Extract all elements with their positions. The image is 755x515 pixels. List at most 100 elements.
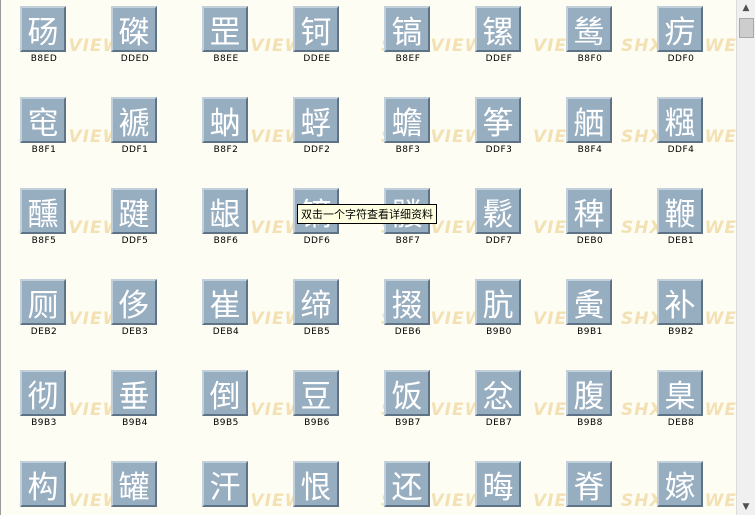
character-cell[interactable]: 舾 B8F4	[560, 97, 620, 167]
character-cell[interactable]: 还	[378, 461, 438, 515]
character-code-label: DDF5	[121, 236, 149, 246]
character-cell[interactable]: 镙 DDEF	[469, 6, 529, 76]
character-tile[interactable]: 褫	[111, 97, 157, 143]
character-tile[interactable]: 蚋	[202, 97, 248, 143]
character-tile[interactable]: 彻	[20, 370, 66, 416]
character-cell[interactable]: 臬 DEB8	[651, 370, 711, 440]
character-cell[interactable]: 龈 B8F6	[196, 188, 256, 258]
character-cell[interactable]: 晦	[469, 461, 529, 515]
character-cell[interactable]: 夤 B9B1	[560, 279, 620, 349]
character-cell[interactable]: 罡 B8EE	[196, 6, 256, 76]
character-tile[interactable]: 补	[657, 279, 703, 325]
character-tile[interactable]: 缔	[293, 279, 339, 325]
character-cell[interactable]: 侈 DEB3	[105, 279, 165, 349]
scroll-down-arrow-icon[interactable]: ▼	[737, 499, 755, 515]
character-tile[interactable]: 龈	[202, 188, 248, 234]
character-cell[interactable]: 磔 DDED	[105, 6, 165, 76]
character-cell[interactable]: 恨	[287, 461, 347, 515]
character-cell[interactable]: 嫁	[651, 461, 711, 515]
character-cell[interactable]: 彻 B9B3	[14, 370, 74, 440]
character-cell[interactable]: 糨 DDF4	[651, 97, 711, 167]
character-cell[interactable]: 汗	[196, 461, 256, 515]
character-tile[interactable]: 构	[20, 461, 66, 507]
character-tile[interactable]: 窀	[20, 97, 66, 143]
character-tile[interactable]: 豆	[293, 370, 339, 416]
character-tile[interactable]: 晦	[475, 461, 521, 507]
character-tile[interactable]: 钶	[293, 6, 339, 52]
character-cell[interactable]: 钶 DDEE	[287, 6, 347, 76]
character-code-label: B9B8	[577, 418, 603, 428]
character-tile[interactable]: 筝	[475, 97, 521, 143]
character-cell[interactable]: 崔 DEB4	[196, 279, 256, 349]
character-tile[interactable]: 镐	[384, 6, 430, 52]
character-tile[interactable]: 肮	[475, 279, 521, 325]
character-tile[interactable]: 忿	[475, 370, 521, 416]
character-cell[interactable]: 掇 DEB6	[378, 279, 438, 349]
character-cell[interactable]: 补 B9B2	[651, 279, 711, 349]
character-cell[interactable]: 忿 DEB7	[469, 370, 529, 440]
character-tile[interactable]: 掇	[384, 279, 430, 325]
character-cell[interactable]: 脊	[560, 461, 620, 515]
scroll-up-arrow-icon[interactable]: ▲	[737, 0, 755, 16]
character-cell[interactable]: 稗 DEB0	[560, 188, 620, 258]
character-tile[interactable]: 腹	[566, 370, 612, 416]
character-cell[interactable]: 鸶 B8F0	[560, 6, 620, 76]
character-tile[interactable]: 恨	[293, 461, 339, 507]
character-code-label: DDF3	[485, 145, 513, 155]
character-cell[interactable]: 倒 B9B5	[196, 370, 256, 440]
character-tile[interactable]: 汗	[202, 461, 248, 507]
character-cell[interactable]: 褫 DDF1	[105, 97, 165, 167]
character-cell[interactable]: 构	[14, 461, 74, 515]
character-tile[interactable]: 蜉	[293, 97, 339, 143]
character-cell[interactable]: 鞭 DEB1	[651, 188, 711, 258]
character-cell[interactable]: 罐	[105, 461, 165, 515]
character-tile[interactable]: 罡	[202, 6, 248, 52]
character-tile[interactable]: 臬	[657, 370, 703, 416]
character-tile[interactable]: 鞭	[657, 188, 703, 234]
character-tile[interactable]: 饭	[384, 370, 430, 416]
character-tile[interactable]: 倒	[202, 370, 248, 416]
character-tile[interactable]: 踺	[111, 188, 157, 234]
character-tile[interactable]: 砀	[20, 6, 66, 52]
character-tile[interactable]: 醺	[20, 188, 66, 234]
character-tile[interactable]: 夤	[566, 279, 612, 325]
character-tile[interactable]: 厕	[20, 279, 66, 325]
character-cell[interactable]: 踺 DDF5	[105, 188, 165, 258]
character-cell[interactable]: 镐 B8EF	[378, 6, 438, 76]
character-cell[interactable]: 蚋 B8F2	[196, 97, 256, 167]
character-cell[interactable]: 砀 B8ED	[14, 6, 74, 76]
character-tile[interactable]: 还	[384, 461, 430, 507]
character-tile[interactable]: 舾	[566, 97, 612, 143]
character-tile[interactable]: 嫁	[657, 461, 703, 507]
character-tile[interactable]: 疠	[657, 6, 703, 52]
character-cell[interactable]: 缔 DEB5	[287, 279, 347, 349]
character-tile[interactable]: 侈	[111, 279, 157, 325]
character-tile[interactable]: 鸶	[566, 6, 612, 52]
character-tile[interactable]: 稗	[566, 188, 612, 234]
character-code-label: DDF2	[303, 145, 331, 155]
character-tile[interactable]: 鬏	[475, 188, 521, 234]
character-cell[interactable]: 疠 DDF0	[651, 6, 711, 76]
character-tile[interactable]: 糨	[657, 97, 703, 143]
character-cell[interactable]: 蜉 DDF2	[287, 97, 347, 167]
character-tile[interactable]: 蟾	[384, 97, 430, 143]
character-cell[interactable]: 窀 B8F1	[14, 97, 74, 167]
character-tile[interactable]: 镙	[475, 6, 521, 52]
scrollbar-thumb[interactable]	[739, 18, 754, 38]
character-tile[interactable]: 垂	[111, 370, 157, 416]
character-cell[interactable]: 厕 DEB2	[14, 279, 74, 349]
character-cell[interactable]: 醺 B8F5	[14, 188, 74, 258]
character-cell[interactable]: 筝 DDF3	[469, 97, 529, 167]
character-cell[interactable]: 饭 B9B7	[378, 370, 438, 440]
character-cell[interactable]: 腹 B9B8	[560, 370, 620, 440]
character-tile[interactable]: 崔	[202, 279, 248, 325]
character-tile[interactable]: 磔	[111, 6, 157, 52]
character-cell[interactable]: 蟾 B8F3	[378, 97, 438, 167]
character-cell[interactable]: 垂 B9B4	[105, 370, 165, 440]
character-tile[interactable]: 罐	[111, 461, 157, 507]
character-cell[interactable]: 肮 B9B0	[469, 279, 529, 349]
vertical-scrollbar[interactable]: ▲ ▼	[736, 0, 755, 515]
character-tile[interactable]: 脊	[566, 461, 612, 507]
character-cell[interactable]: 豆 B9B6	[287, 370, 347, 440]
character-cell[interactable]: 鬏 DDF7	[469, 188, 529, 258]
